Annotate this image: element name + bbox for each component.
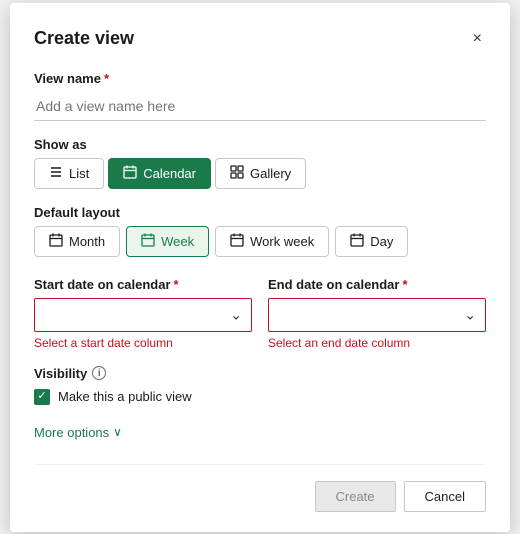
create-view-dialog: Create view × View name * Show as List xyxy=(10,3,510,532)
layout-work-week-button[interactable]: Work week xyxy=(215,226,329,257)
chevron-down-icon: ∨ xyxy=(113,425,122,439)
start-date-required: * xyxy=(174,277,179,292)
work-week-cal-icon xyxy=(230,233,244,250)
dialog-footer: Create Cancel xyxy=(34,464,486,512)
dialog-title: Create view xyxy=(34,28,134,49)
cancel-button[interactable]: Cancel xyxy=(404,481,486,512)
layout-week-button[interactable]: Week xyxy=(126,226,209,257)
default-layout-label: Default layout xyxy=(34,205,486,220)
end-date-select[interactable] xyxy=(268,298,486,332)
gallery-icon xyxy=(230,165,244,182)
more-options-section: More options ∨ xyxy=(34,425,486,440)
show-as-calendar-button[interactable]: Calendar xyxy=(108,158,211,189)
show-as-section: Show as List xyxy=(34,137,486,189)
month-cal-icon xyxy=(49,233,63,250)
show-as-toggle-group: List Calendar xyxy=(34,158,486,189)
visibility-info-icon[interactable]: i xyxy=(92,366,106,380)
dialog-header: Create view × xyxy=(34,27,486,51)
public-view-label: Make this a public view xyxy=(58,389,192,404)
end-date-field: End date on calendar * Select an end dat… xyxy=(268,277,486,350)
layout-day-button[interactable]: Day xyxy=(335,226,408,257)
end-date-error: Select an end date column xyxy=(268,336,486,350)
show-as-gallery-button[interactable]: Gallery xyxy=(215,158,306,189)
week-cal-icon xyxy=(141,233,155,250)
close-button[interactable]: × xyxy=(469,27,486,51)
public-view-checkbox-row: ✓ Make this a public view xyxy=(34,389,486,405)
visibility-label: Visibility i xyxy=(34,366,486,381)
date-fields-row: Start date on calendar * Select a start … xyxy=(34,277,486,350)
layout-toggle-group: Month Week xyxy=(34,226,486,257)
end-date-label: End date on calendar * xyxy=(268,277,486,292)
list-icon xyxy=(49,165,63,182)
view-name-label: View name * xyxy=(34,71,486,86)
default-layout-section: Default layout Month xyxy=(34,205,486,257)
start-date-select-wrapper xyxy=(34,298,252,332)
create-button[interactable]: Create xyxy=(315,481,396,512)
end-date-required: * xyxy=(402,277,407,292)
view-name-section: View name * xyxy=(34,71,486,121)
checkmark-icon: ✓ xyxy=(37,391,46,402)
public-view-checkbox[interactable]: ✓ xyxy=(34,389,50,405)
start-date-select[interactable] xyxy=(34,298,252,332)
start-date-label: Start date on calendar * xyxy=(34,277,252,292)
start-date-error: Select a start date column xyxy=(34,336,252,350)
end-date-select-wrapper xyxy=(268,298,486,332)
show-as-list-button[interactable]: List xyxy=(34,158,104,189)
start-date-field: Start date on calendar * Select a start … xyxy=(34,277,252,350)
more-options-button[interactable]: More options ∨ xyxy=(34,425,122,440)
day-cal-icon xyxy=(350,233,364,250)
required-indicator: * xyxy=(104,71,109,86)
visibility-section: Visibility i ✓ Make this a public view xyxy=(34,366,486,405)
show-as-label: Show as xyxy=(34,137,486,152)
view-name-input[interactable] xyxy=(34,92,486,121)
calendar-icon xyxy=(123,165,137,182)
layout-month-button[interactable]: Month xyxy=(34,226,120,257)
